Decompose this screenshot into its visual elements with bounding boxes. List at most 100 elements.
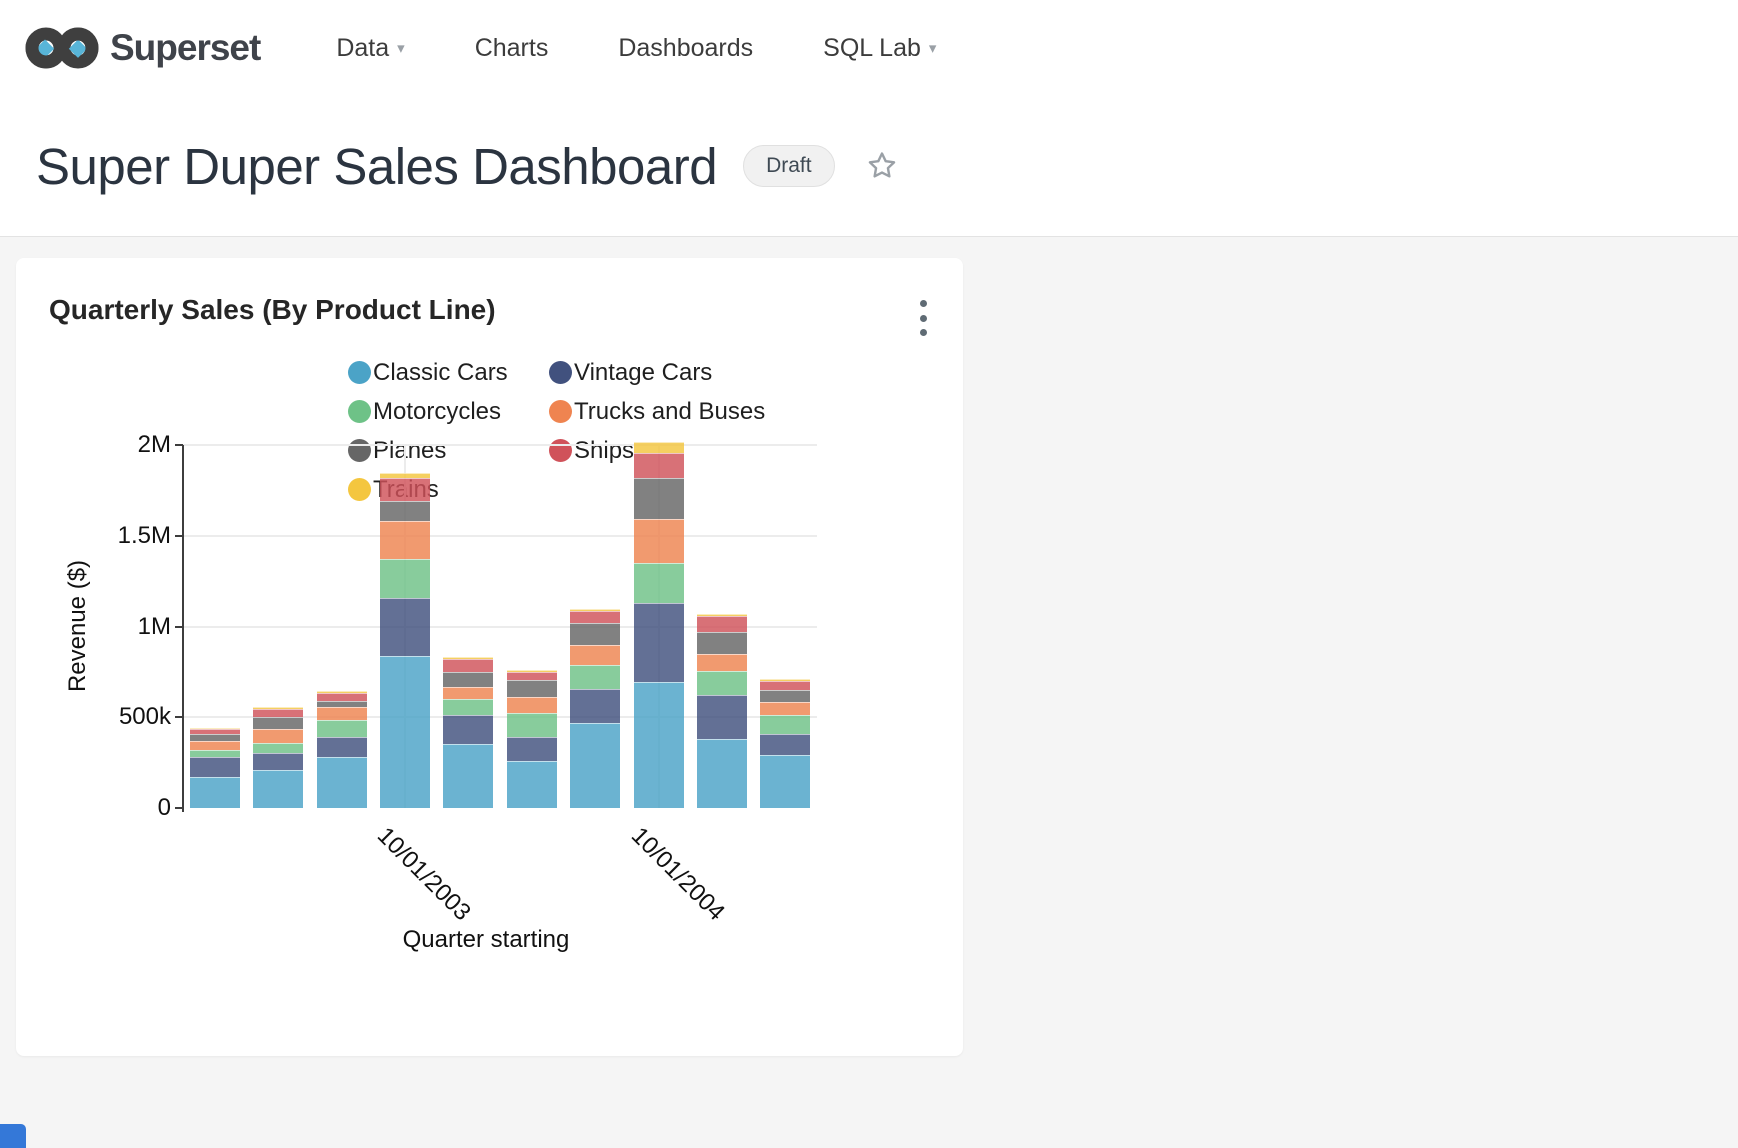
legend-item-planes[interactable]: Planes	[348, 437, 549, 465]
bar-segment-classic-cars[interactable]	[253, 770, 303, 808]
y-tick-label: 2M	[101, 431, 171, 459]
legend-label: Trucks and Buses	[574, 398, 765, 426]
chart-options-menu[interactable]	[911, 298, 935, 338]
bar-segment-trucks-and-buses[interactable]	[697, 654, 747, 671]
bar-segment-motorcycles[interactable]	[380, 559, 430, 597]
legend-item-motorcycles[interactable]: Motorcycles	[348, 398, 549, 426]
bar-segment-trains[interactable]	[253, 707, 303, 709]
bar-segment-motorcycles[interactable]	[760, 715, 810, 734]
x-tick-label: 10/01/2003	[371, 822, 476, 927]
dashboard-header: Super Duper Sales Dashboard Draft	[0, 96, 1738, 237]
bar-segment-ships[interactable]	[634, 453, 684, 478]
bar-segment-trains[interactable]	[570, 609, 620, 611]
nav-item-data[interactable]: Data▾	[336, 34, 404, 63]
bar-segment-classic-cars[interactable]	[697, 739, 747, 808]
bar-segment-motorcycles[interactable]	[634, 563, 684, 603]
favorite-button[interactable]	[865, 149, 899, 183]
bar-segment-planes[interactable]	[634, 478, 684, 519]
nav-item-label: Charts	[475, 34, 549, 63]
bar-segment-vintage-cars[interactable]	[190, 757, 240, 777]
bar-segment-trucks-and-buses[interactable]	[760, 702, 810, 715]
page-title: Super Duper Sales Dashboard	[36, 137, 717, 196]
x-tick-label: 10/01/2004	[625, 822, 730, 927]
legend-label: Classic Cars	[373, 359, 508, 387]
bar-segment-trains[interactable]	[443, 657, 493, 659]
bar-segment-motorcycles[interactable]	[570, 665, 620, 688]
legend-label: Planes	[373, 437, 446, 465]
bar-segment-vintage-cars[interactable]	[507, 737, 557, 760]
bar-segment-trucks-and-buses[interactable]	[443, 687, 493, 699]
bar-segment-ships[interactable]	[760, 681, 810, 690]
bar-segment-planes[interactable]	[443, 672, 493, 687]
bar-segment-trucks-and-buses[interactable]	[634, 519, 684, 563]
bar-segment-vintage-cars[interactable]	[570, 689, 620, 724]
bar-segment-motorcycles[interactable]	[697, 671, 747, 696]
bar-segment-ships[interactable]	[507, 672, 557, 680]
bar-segment-planes[interactable]	[570, 623, 620, 645]
bar-segment-trains[interactable]	[697, 614, 747, 616]
bar-segment-ships[interactable]	[443, 659, 493, 672]
bar-segment-classic-cars[interactable]	[380, 656, 430, 808]
bar-segment-planes[interactable]	[317, 701, 367, 707]
bar-segment-planes[interactable]	[190, 734, 240, 741]
bar-segment-trucks-and-buses[interactable]	[507, 697, 557, 713]
bar-segment-ships[interactable]	[380, 478, 430, 501]
bar-segment-trucks-and-buses[interactable]	[253, 729, 303, 743]
legend-item-trucks-and-buses[interactable]: Trucks and Buses	[549, 398, 765, 426]
bar-segment-vintage-cars[interactable]	[697, 695, 747, 739]
bar-segment-classic-cars[interactable]	[507, 761, 557, 808]
superset-dashboard-page: Superset Data▾ Charts Dashboards SQL Lab▾ S…	[0, 0, 1738, 1148]
legend-item-vintage-cars[interactable]: Vintage Cars	[549, 359, 765, 387]
legend-color-dot	[348, 439, 371, 462]
bar-segment-classic-cars[interactable]	[443, 744, 493, 808]
bar-segment-trains[interactable]	[634, 442, 684, 453]
bar-segment-trucks-and-buses[interactable]	[317, 707, 367, 720]
legend-item-trains[interactable]: Trains	[348, 476, 549, 504]
bar-segment-vintage-cars[interactable]	[317, 737, 367, 756]
bar-segment-trains[interactable]	[760, 679, 810, 680]
legend-color-dot	[549, 439, 572, 462]
bar-segment-motorcycles[interactable]	[253, 743, 303, 752]
bar-segment-motorcycles[interactable]	[317, 720, 367, 737]
bar-segment-trains[interactable]	[507, 670, 557, 672]
bar-segment-vintage-cars[interactable]	[760, 734, 810, 756]
bar-segment-trucks-and-buses[interactable]	[380, 521, 430, 559]
bar-segment-vintage-cars[interactable]	[634, 603, 684, 682]
bar-segment-motorcycles[interactable]	[507, 713, 557, 737]
bar-segment-classic-cars[interactable]	[190, 777, 240, 808]
bar-segment-planes[interactable]	[507, 680, 557, 698]
nav-item-dashboards[interactable]: Dashboards	[618, 34, 753, 63]
bar-segment-planes[interactable]	[697, 632, 747, 654]
legend-item-classic-cars[interactable]: Classic Cars	[348, 359, 549, 387]
bar-segment-planes[interactable]	[760, 690, 810, 702]
bar-segment-classic-cars[interactable]	[570, 723, 620, 808]
h-gridline	[183, 444, 817, 446]
bar-segment-ships[interactable]	[697, 616, 747, 632]
bar-segment-trains[interactable]	[190, 728, 240, 729]
x-axis-title: Quarter starting	[366, 926, 606, 954]
bar-segment-ships[interactable]	[570, 611, 620, 623]
bar-segment-classic-cars[interactable]	[634, 682, 684, 808]
nav-item-charts[interactable]: Charts	[475, 34, 549, 63]
bar-segment-motorcycles[interactable]	[190, 750, 240, 757]
bar-segment-classic-cars[interactable]	[760, 755, 810, 808]
bar-segment-trucks-and-buses[interactable]	[190, 741, 240, 750]
bar-segment-classic-cars[interactable]	[317, 757, 367, 808]
bar-segment-trucks-and-buses[interactable]	[570, 645, 620, 665]
status-badge[interactable]: Draft	[743, 145, 835, 187]
bar-segment-vintage-cars[interactable]	[253, 753, 303, 770]
partial-corner-element[interactable]	[0, 1124, 26, 1148]
bar-segment-vintage-cars[interactable]	[443, 715, 493, 745]
bar-segment-ships[interactable]	[190, 729, 240, 734]
bar-segment-ships[interactable]	[317, 693, 367, 702]
bar-segment-trains[interactable]	[317, 691, 367, 692]
bar-segment-trains[interactable]	[380, 473, 430, 478]
bar-segment-motorcycles[interactable]	[443, 699, 493, 714]
bar-segment-ships[interactable]	[253, 709, 303, 717]
superset-logo[interactable]: Superset	[24, 21, 260, 75]
bar-segment-planes[interactable]	[253, 717, 303, 729]
nav-item-sql-lab[interactable]: SQL Lab▾	[823, 34, 936, 63]
bar-segment-planes[interactable]	[380, 501, 430, 521]
bar-segment-vintage-cars[interactable]	[380, 598, 430, 656]
nav-item-label: Data	[336, 34, 389, 63]
